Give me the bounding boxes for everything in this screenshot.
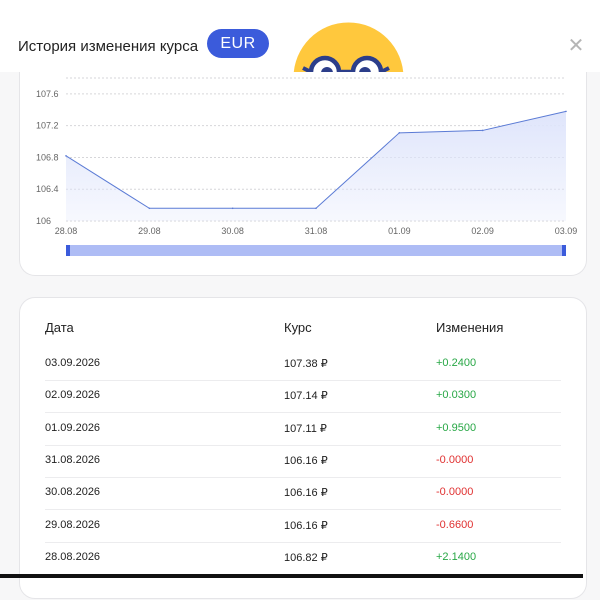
data-point <box>65 155 67 157</box>
range-slider-right-handle[interactable] <box>562 245 566 256</box>
data-point <box>481 129 484 132</box>
data-point <box>148 207 151 210</box>
cell-rate: 107.11 ₽ <box>284 422 327 435</box>
cell-date: 03.09.2026 <box>45 357 101 369</box>
modal-title: История изменения курса <box>18 38 199 55</box>
table-row: 02.09.2026 107.14 ₽ +0.0300 <box>45 380 561 414</box>
table-row: 01.09.2026 107.11 ₽ +0.9500 <box>45 413 561 446</box>
range-slider-left-handle[interactable] <box>66 245 70 256</box>
cell-date: 28.08.2026 <box>45 550 101 563</box>
cell-rate: 107.14 ₽ <box>284 390 328 403</box>
cell-change: -0.6600 <box>436 518 474 531</box>
cell-date: 31.08.2026 <box>45 453 101 466</box>
x-tick-label: 01.09 <box>388 226 411 236</box>
cell-rate: 106.16 ₽ <box>284 519 328 532</box>
table-row: 29.08.2026 106.16 ₽ -0.6600 <box>45 510 561 543</box>
x-tick-label: 31.08 <box>305 226 328 236</box>
x-tick-label: 02.09 <box>471 226 494 236</box>
x-tick-label: 28.08 <box>55 226 78 236</box>
rate-table-card: Дата Курс Изменения 03.09.2026 107.38 ₽ +0… <box>19 297 587 599</box>
data-point <box>565 110 567 113</box>
cell-rate: 107.38 ₽ <box>284 358 328 370</box>
y-tick-label: 106 <box>36 216 51 226</box>
table-row: 31.08.2026 106.16 ₽ -0.0000 <box>45 445 561 478</box>
y-tick-label: 106.8 <box>36 152 59 162</box>
cell-date: 02.09.2026 <box>45 389 101 402</box>
header-rate: Курс <box>284 320 312 335</box>
table-row: 28.08.2026 106.82 ₽ +2.1400 <box>45 542 561 575</box>
data-point <box>398 132 401 134</box>
cell-change: -0.0000 <box>436 453 474 466</box>
series-area <box>66 111 566 221</box>
cell-rate: 106.16 ₽ <box>284 487 328 500</box>
y-tick-label: 106.4 <box>36 184 59 194</box>
cell-rate: 106.82 ₽ <box>284 551 328 564</box>
close-icon[interactable]: ✕ <box>567 36 585 56</box>
cell-date: 30.08.2026 <box>45 486 101 499</box>
cell-change: -0.0000 <box>436 486 474 499</box>
cell-change: +0.2400 <box>436 357 477 369</box>
x-tick-label: 29.08 <box>138 226 161 236</box>
header-change: Изменения <box>436 320 504 335</box>
cell-date: 01.09.2026 <box>45 421 101 434</box>
y-tick-label: 107.6 <box>36 89 59 99</box>
table-row: 30.08.2026 106.16 ₽ -0.0000 <box>45 477 561 511</box>
cell-change: +0.9500 <box>436 421 477 434</box>
header-date: Дата <box>45 320 74 335</box>
currency-selector-button[interactable]: EUR <box>207 29 269 58</box>
chart-card: 106 106.4 106.8 107.2 107.6 28.08 29.08 30.08 31… <box>19 72 587 276</box>
cell-change: +2.1400 <box>436 550 477 563</box>
cell-rate: 106.16 ₽ <box>284 454 328 467</box>
cell-change: +0.0300 <box>436 389 477 402</box>
y-tick-label: 107.2 <box>36 121 59 131</box>
rate-history-chart: 106 106.4 106.8 107.2 107.6 28.08 29.08 30.08 31… <box>36 77 578 256</box>
cell-date: 29.08.2026 <box>45 518 101 531</box>
table-row: 03.09.2026 107.38 ₽ +0.2400 <box>45 348 561 381</box>
range-slider-track[interactable] <box>66 245 566 256</box>
x-tick-label: 03.09 <box>555 226 578 236</box>
data-point <box>315 207 317 210</box>
bottom-edge-bar <box>0 574 583 578</box>
data-point <box>231 207 234 210</box>
x-tick-label: 30.08 <box>221 226 244 236</box>
